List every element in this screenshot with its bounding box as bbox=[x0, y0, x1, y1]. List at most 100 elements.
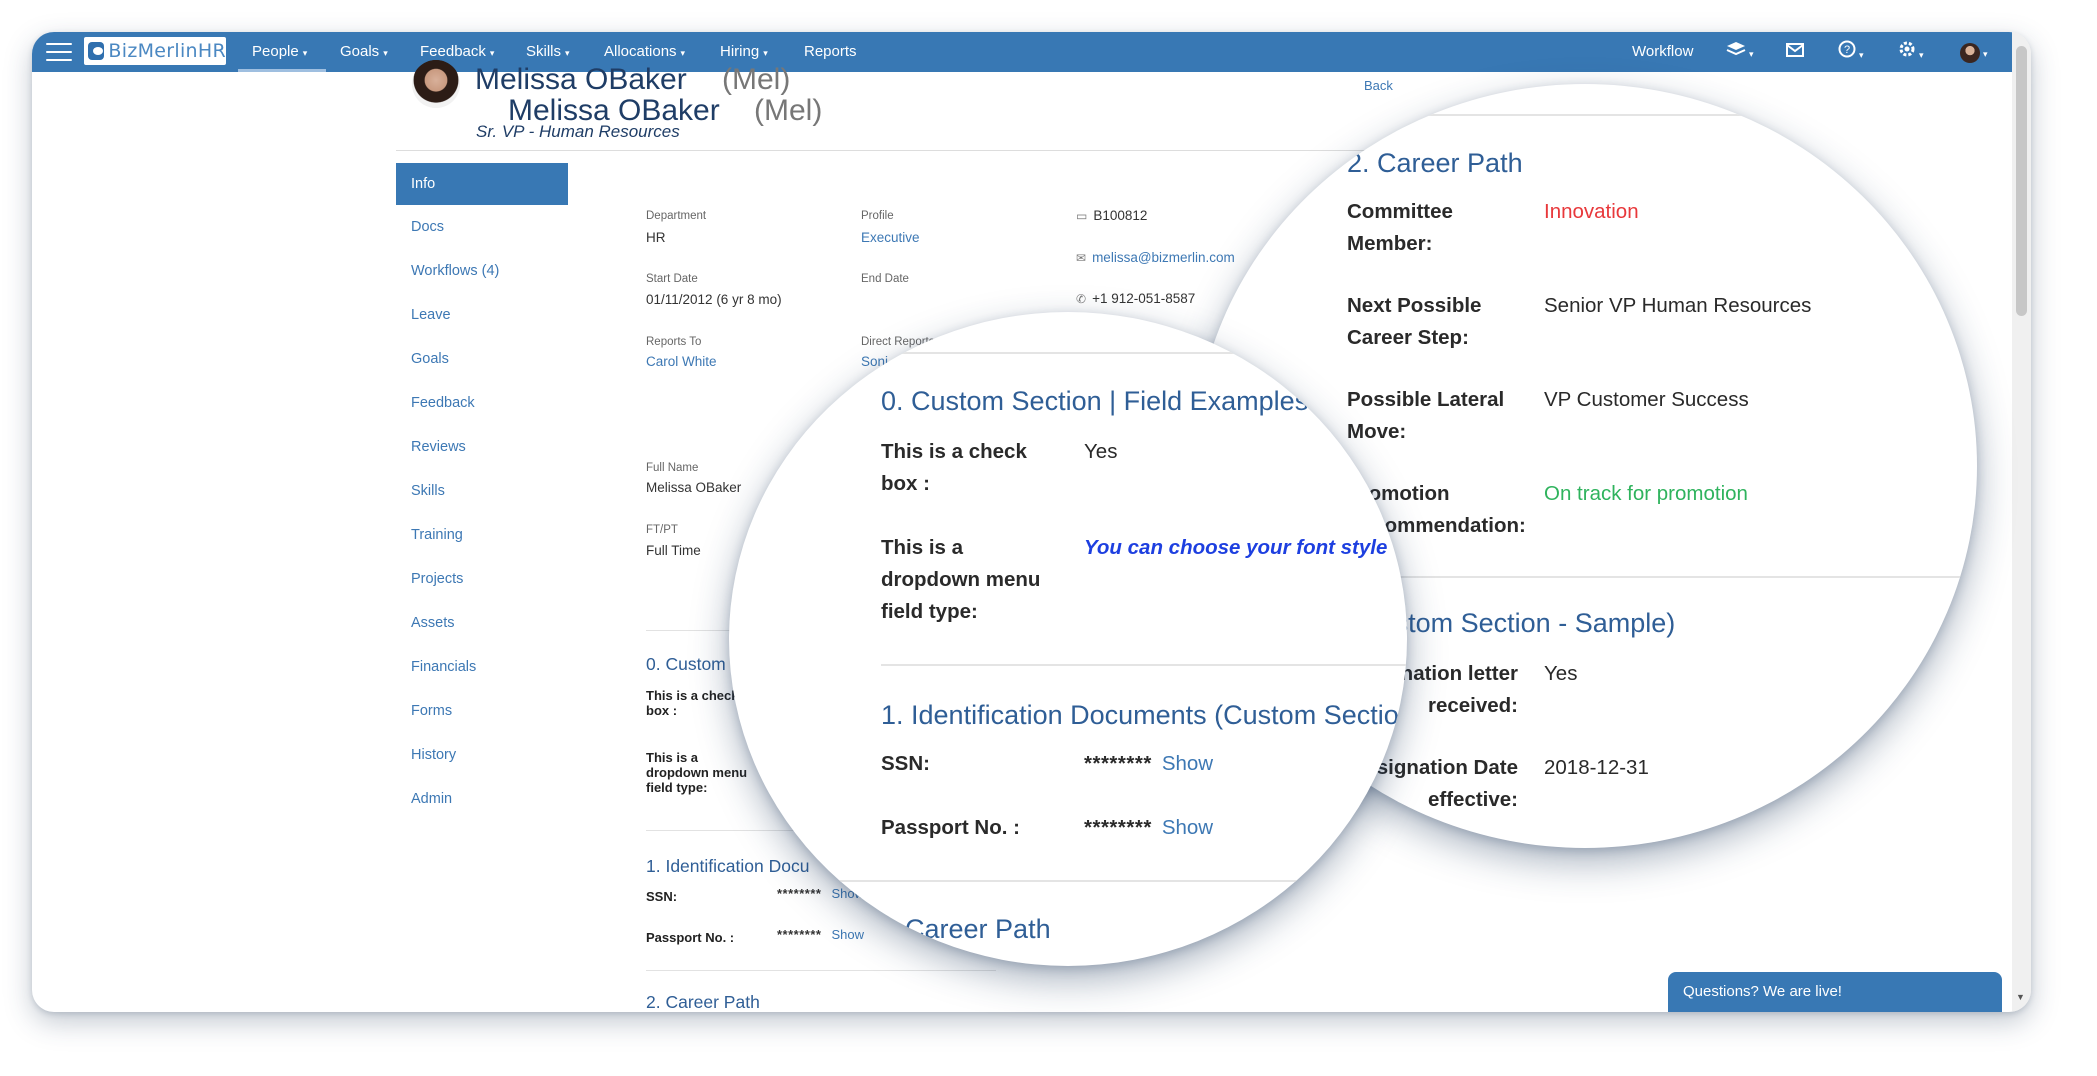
passport-mask: ******** bbox=[777, 927, 822, 942]
nav-goals-label: Goals bbox=[340, 43, 380, 60]
scrollbar[interactable]: ▼ bbox=[2012, 32, 2031, 1012]
nav-reports[interactable]: Reports bbox=[804, 32, 857, 72]
lateral-move-label: Possible Lateral Move: bbox=[1347, 388, 1505, 443]
hamburger-menu-icon[interactable] bbox=[46, 43, 72, 63]
zoom-lens-custom-section: 0. Custom Section | Field Examples This … bbox=[729, 312, 1407, 966]
logo-mark-icon bbox=[88, 42, 105, 60]
layers-icon[interactable]: ▾ bbox=[1726, 40, 1754, 64]
sidebar-item-training[interactable]: Training bbox=[396, 513, 568, 557]
live-chat-button[interactable]: Questions? We are live! bbox=[1668, 972, 2002, 1012]
employee-id: ▭ B100812 bbox=[1076, 208, 1147, 223]
nav-hiring-label: Hiring bbox=[720, 43, 760, 60]
email-link[interactable]: ✉ melissa@bizmerlin.com bbox=[1076, 250, 1235, 265]
chevron-down-icon: ▾ bbox=[680, 48, 686, 58]
phone-value: +1 912-051-8587 bbox=[1092, 291, 1196, 306]
chevron-down-icon: ▾ bbox=[763, 48, 768, 58]
mail-icon: ✉ bbox=[1076, 251, 1087, 265]
top-navbar: BizMerlinHR People ▾ Goals ▾ Feedback ▾ Ski… bbox=[32, 32, 2012, 72]
logo[interactable]: BizMerlinHR bbox=[84, 37, 226, 65]
zoom-dropdown-value[interactable]: You can choose your font style bbox=[1084, 532, 1387, 564]
resignation-letter-value: Yes bbox=[1544, 662, 1578, 685]
chevron-down-icon: ▾ bbox=[1859, 50, 1864, 60]
nav-goals[interactable]: Goals ▾ bbox=[340, 32, 388, 72]
chevron-down-icon: ▾ bbox=[1919, 50, 1924, 60]
scroll-down-icon[interactable]: ▼ bbox=[2016, 992, 2025, 1002]
profile-label: Profile bbox=[861, 210, 894, 222]
chevron-down-icon: ▾ bbox=[302, 48, 308, 58]
employee-nickname: (Mel) bbox=[722, 63, 791, 96]
zoom-identification-title: 1. Identification Documents (Custom Sect… bbox=[881, 700, 1407, 730]
sidebar-item-forms[interactable]: Forms bbox=[396, 689, 568, 733]
zoom-checkbox-label: This is a check box : bbox=[881, 440, 1027, 495]
zoom-career-heading: 2. Career Path bbox=[875, 914, 1051, 944]
department-label: Department bbox=[646, 210, 707, 222]
divider bbox=[646, 970, 996, 971]
nav-active-indicator bbox=[238, 69, 326, 72]
department-value: HR bbox=[646, 230, 666, 245]
logo-text: BizMerlinHR bbox=[108, 40, 226, 62]
zoom-ssn-label: SSN: bbox=[881, 752, 930, 775]
chevron-down-icon: ▾ bbox=[1749, 49, 1754, 59]
nav-feedback-label: Feedback bbox=[420, 43, 486, 60]
sidebar-item-goals[interactable]: Goals bbox=[396, 337, 568, 381]
settings-icon[interactable]: ▾ bbox=[1898, 40, 1924, 64]
id-card-icon: ▭ bbox=[1076, 209, 1088, 223]
nav-reports-label: Reports bbox=[804, 43, 857, 60]
identification-section-title: 1. Identification Docu bbox=[646, 856, 810, 876]
sidebar-item-leave[interactable]: Leave bbox=[396, 293, 568, 337]
email-value: melissa@bizmerlin.com bbox=[1092, 250, 1235, 265]
chevron-down-icon: ▾ bbox=[565, 48, 570, 58]
sidebar-item-skills[interactable]: Skills bbox=[396, 469, 568, 513]
profile-nickname: (Mel) bbox=[754, 94, 823, 127]
phone: ✆ +1 912-051-8587 bbox=[1076, 291, 1195, 306]
committee-member-label: Committee Member: bbox=[1347, 200, 1453, 255]
reports-to-link[interactable]: Carol White bbox=[646, 354, 717, 369]
sidebar-item-docs[interactable]: Docs bbox=[396, 205, 568, 249]
sidebar-item-assets[interactable]: Assets bbox=[396, 601, 568, 645]
nav-skills-label: Skills bbox=[526, 43, 562, 60]
sidebar-item-financials[interactable]: Financials bbox=[396, 645, 568, 689]
profile-value-link[interactable]: Executive bbox=[861, 230, 920, 245]
reports-to-label: Reports To bbox=[646, 336, 702, 348]
zoom-ssn-show-link[interactable]: Show bbox=[1162, 752, 1213, 775]
ssn-label: SSN: bbox=[646, 889, 678, 904]
chevron-down-icon: ▾ bbox=[1983, 49, 1988, 59]
employee-title: Sr. VP - Human Resources bbox=[476, 122, 680, 141]
passport-show-link[interactable]: Show bbox=[831, 927, 864, 942]
scroll-thumb[interactable] bbox=[2016, 46, 2027, 316]
profile-sidebar: Info Docs Workflows (4) Leave Goals Feed… bbox=[396, 163, 568, 821]
help-icon[interactable]: ? ▾ bbox=[1838, 40, 1864, 64]
sidebar-item-workflows[interactable]: Workflows (4) bbox=[396, 249, 568, 293]
nav-workflow[interactable]: Workflow bbox=[1632, 32, 1693, 72]
divider bbox=[881, 664, 1407, 666]
zoom-ssn-mask: ******** bbox=[1084, 752, 1152, 775]
chevron-down-icon: ▾ bbox=[383, 48, 388, 58]
nav-people[interactable]: People ▾ bbox=[252, 32, 307, 72]
zoom-passport-show-link[interactable]: Show bbox=[1162, 816, 1213, 839]
back-link[interactable]: Back bbox=[1364, 78, 1393, 93]
sidebar-item-info[interactable]: Info bbox=[396, 163, 568, 205]
zoom-ssn-value: ******** Show bbox=[1084, 748, 1213, 780]
start-date-label: Start Date bbox=[646, 273, 698, 285]
sidebar-item-admin[interactable]: Admin bbox=[396, 777, 568, 821]
user-menu[interactable]: ▾ bbox=[1960, 40, 1988, 64]
divider bbox=[829, 352, 1407, 354]
sidebar-item-reviews[interactable]: Reviews bbox=[396, 425, 568, 469]
mail-icon[interactable] bbox=[1786, 40, 1804, 64]
nav-allocations-label: Allocations bbox=[604, 43, 677, 60]
zoom-career-title: 2. Career Path bbox=[1347, 148, 1523, 178]
zoom-custom-title: 0. Custom Section | Field Examples bbox=[881, 386, 1309, 416]
ssn-mask: ******** bbox=[777, 886, 822, 901]
dropdown-field-label: This is a dropdown menu field type: bbox=[646, 750, 748, 795]
sidebar-item-history[interactable]: History bbox=[396, 733, 568, 777]
end-date-label: End Date bbox=[861, 273, 909, 285]
passport-label: Passport No. : bbox=[646, 930, 735, 945]
resignation-date-value: 2018-12-31 bbox=[1544, 756, 1649, 779]
custom-section-title: 0. Custom bbox=[646, 654, 726, 674]
profile-photo bbox=[412, 60, 460, 108]
chevron-down-icon: ▾ bbox=[489, 48, 495, 58]
sidebar-item-feedback[interactable]: Feedback bbox=[396, 381, 568, 425]
employee-id-value: B100812 bbox=[1093, 208, 1148, 223]
divider bbox=[829, 880, 1407, 882]
sidebar-item-projects[interactable]: Projects bbox=[396, 557, 568, 601]
